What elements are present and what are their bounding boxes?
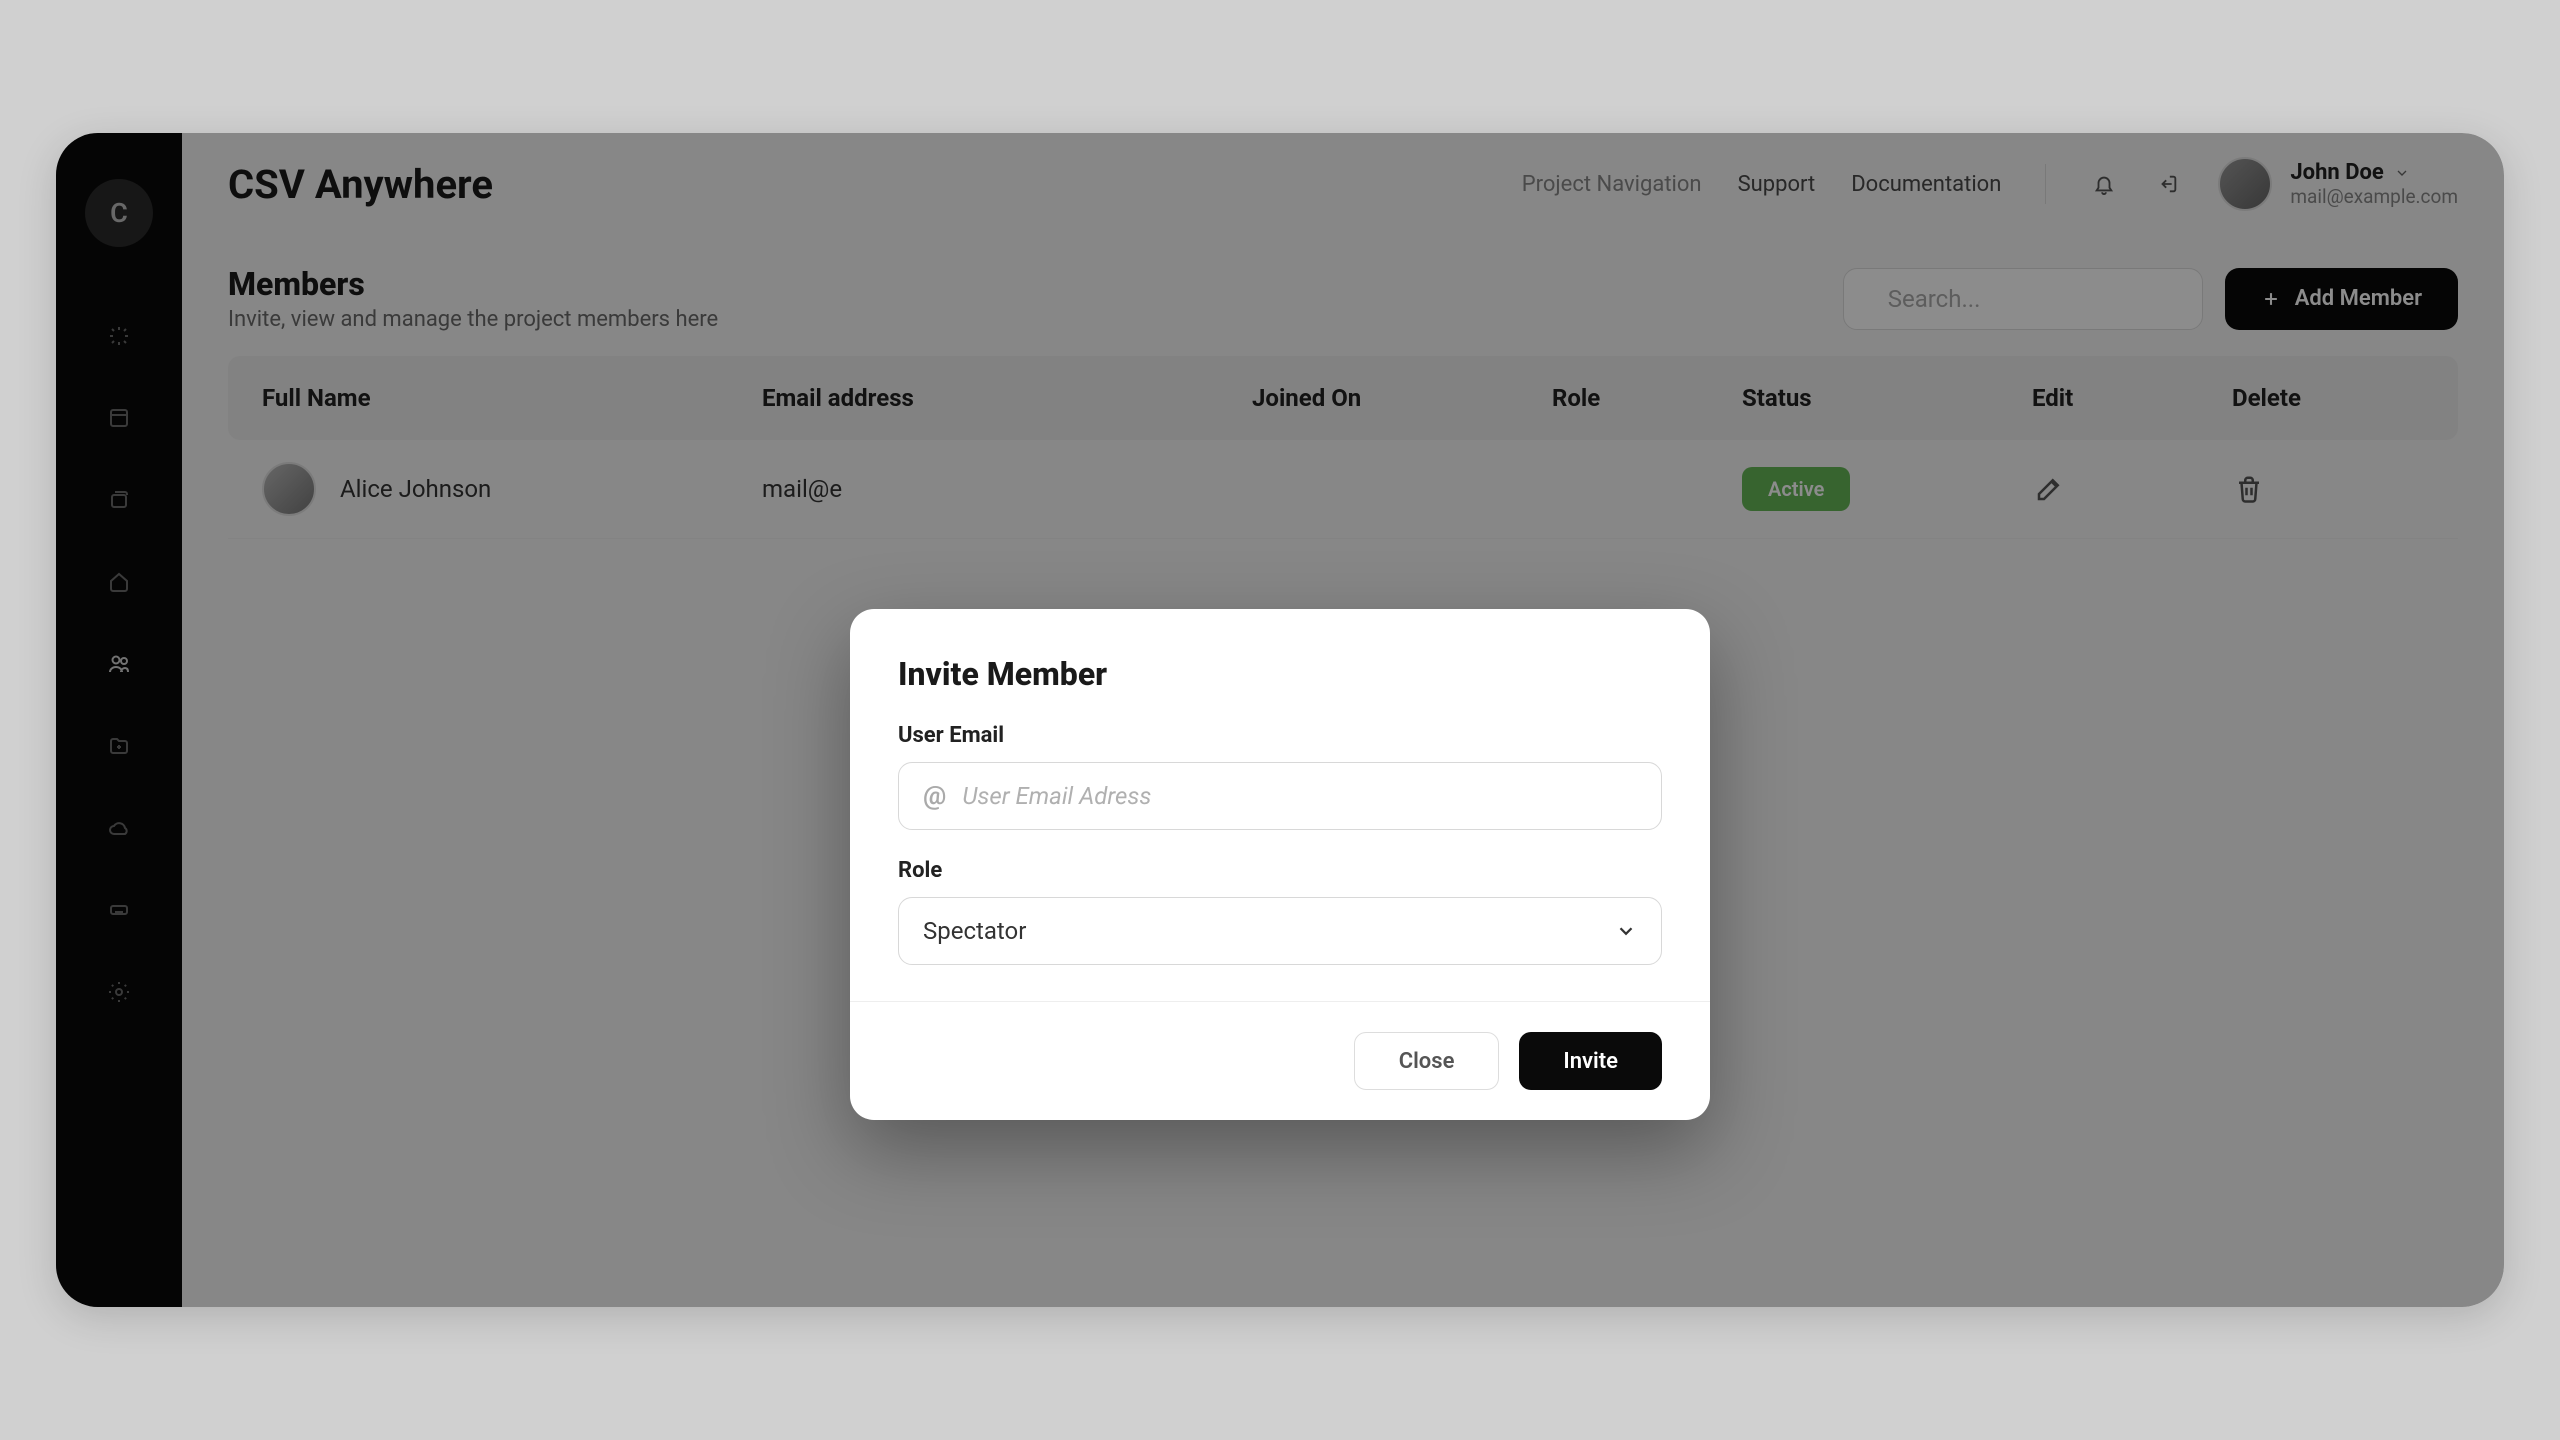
- email-input[interactable]: [962, 782, 1637, 810]
- modal-footer: Close Invite: [850, 1001, 1710, 1120]
- close-button[interactable]: Close: [1354, 1032, 1500, 1090]
- modal-title: Invite Member: [898, 655, 1662, 693]
- chevron-down-icon: [1615, 920, 1637, 942]
- email-input-wrap[interactable]: @: [898, 762, 1662, 830]
- close-label: Close: [1399, 1049, 1455, 1074]
- at-icon: @: [923, 781, 946, 811]
- invite-member-modal: Invite Member User Email @ Role Spectato…: [850, 609, 1710, 1120]
- role-select[interactable]: Spectator: [898, 897, 1662, 965]
- invite-button[interactable]: Invite: [1519, 1032, 1662, 1090]
- invite-label: Invite: [1563, 1049, 1618, 1074]
- role-value: Spectator: [923, 917, 1026, 945]
- email-label: User Email: [898, 723, 1662, 748]
- role-label: Role: [898, 858, 1662, 883]
